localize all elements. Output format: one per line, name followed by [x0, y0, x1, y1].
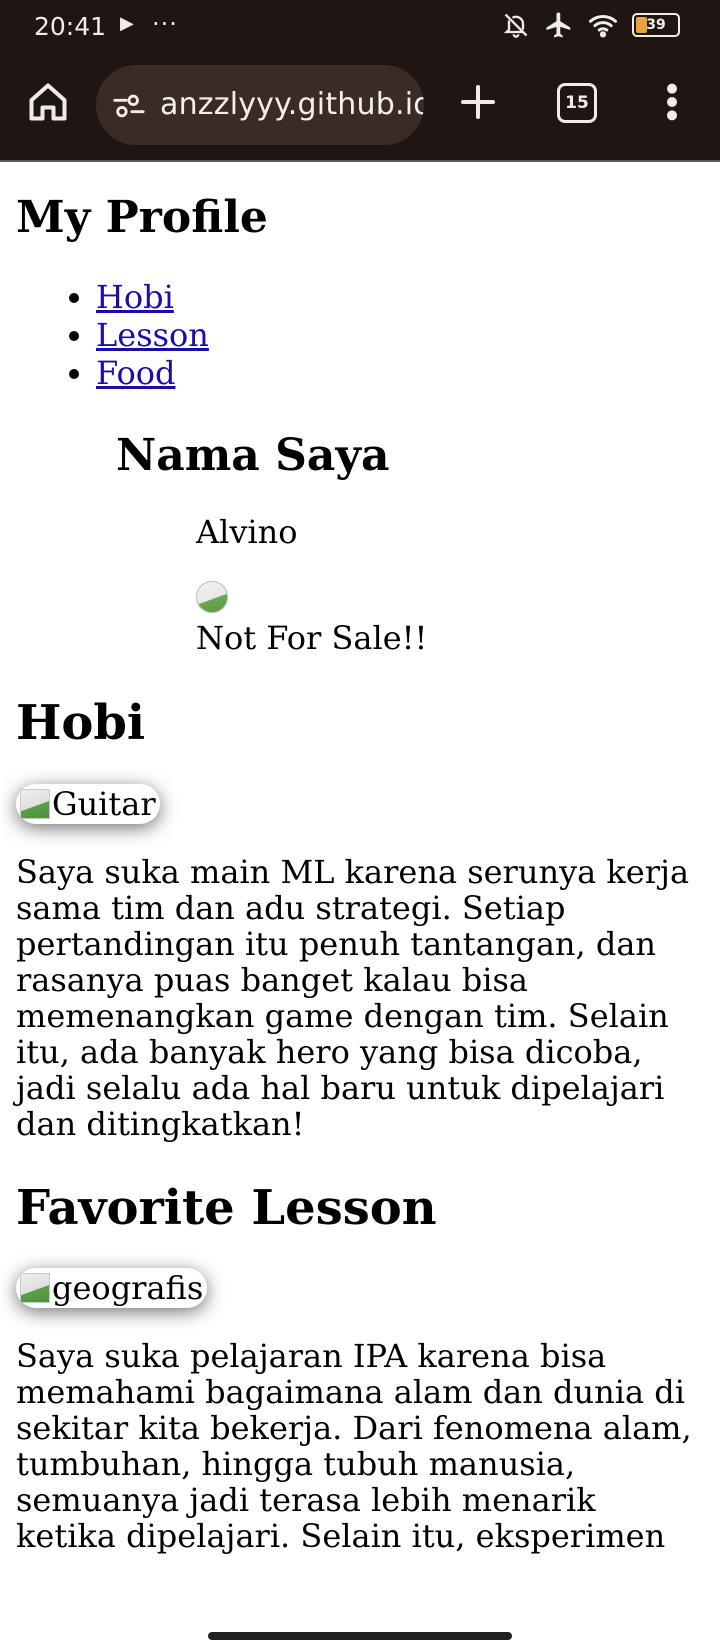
nav-item-lesson: Lesson: [96, 316, 704, 354]
tab-count: 15: [565, 93, 589, 113]
lesson-text: Saya suka pelajaran IPA karena bisa mema…: [16, 1337, 692, 1556]
status-time: 20:41: [34, 12, 107, 41]
sale-text: Not For Sale!!: [196, 618, 428, 657]
overflow-menu-icon[interactable]: [662, 82, 682, 122]
hobi-heading: Hobi: [16, 694, 146, 751]
status-icons: 39: [502, 10, 680, 40]
battery-icon: 39: [632, 13, 680, 37]
tabs-icon[interactable]: 15: [557, 83, 597, 123]
url-text[interactable]: anzzlyyy.github.io: [160, 87, 424, 122]
lesson-heading: Favorite Lesson: [16, 1179, 437, 1236]
broken-image-icon: [20, 788, 50, 819]
bell-off-icon: [503, 13, 528, 38]
hobi-image: Guitar: [16, 783, 160, 824]
plus-icon[interactable]: [458, 82, 498, 122]
hobi-text: Saya suka main ML karena serunya kerja s…: [16, 852, 690, 1143]
name-details: Alvino Not For Sale!!: [116, 513, 704, 657]
more-notifications-icon: ···: [152, 10, 178, 38]
nav-link-lesson[interactable]: Lesson: [96, 316, 209, 354]
battery-level: 39: [646, 17, 666, 33]
page-title: My Profile: [16, 192, 268, 243]
browser-toolbar: anzzlyyy.github.io 15: [0, 52, 720, 162]
broken-image-icon: [20, 1273, 50, 1304]
name-heading: Nama Saya: [116, 430, 390, 482]
airplane-icon: [546, 12, 571, 38]
name-value: Alvino: [196, 512, 298, 551]
page-nav: Hobi Lesson Food: [16, 278, 704, 392]
nav-link-hobi[interactable]: Hobi: [96, 278, 174, 316]
media-play-icon: ▶: [120, 13, 134, 34]
nav-item-food: Food: [96, 354, 704, 392]
status-bar: 20:41 ▶ ··· 39: [0, 0, 720, 52]
site-settings-icon[interactable]: [112, 91, 146, 121]
gesture-bar[interactable]: [208, 1632, 512, 1640]
home-icon[interactable]: [26, 80, 70, 124]
name-section: Nama Saya Alvino Not For Sale!!: [16, 430, 704, 657]
nav-link-food[interactable]: Food: [96, 354, 175, 392]
wifi-icon: [589, 14, 617, 38]
profile-image-broken: [196, 580, 228, 613]
lesson-image-alt: geografis: [52, 1269, 204, 1308]
hobi-image-alt: Guitar: [52, 784, 156, 823]
nav-item-hobi: Hobi: [96, 278, 704, 316]
web-page: My Profile Hobi Lesson Food Nama Saya Al…: [0, 162, 720, 1622]
lesson-image: geografis: [16, 1268, 208, 1309]
address-bar[interactable]: anzzlyyy.github.io: [96, 65, 424, 145]
